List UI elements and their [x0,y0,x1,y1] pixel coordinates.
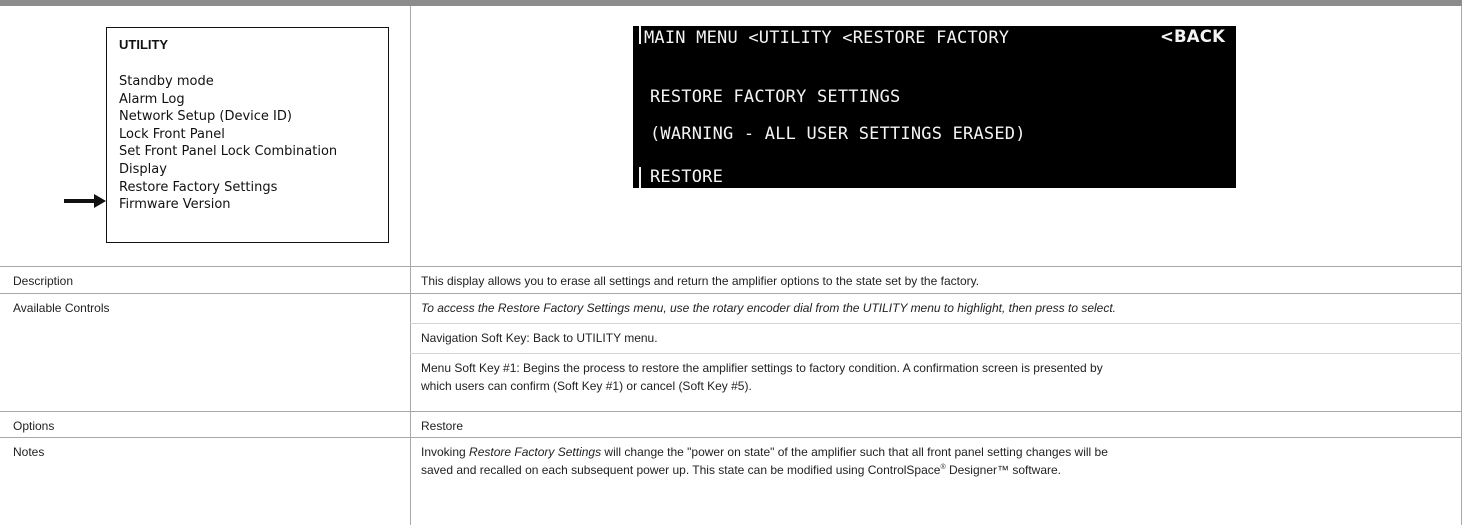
notes-label: Notes [13,445,45,459]
row-rule-controls [0,411,1462,412]
lcd-display: MAIN MENU <UTILITY <RESTORE FACTORY <BAC… [633,26,1236,188]
controls-access-italic: To access the Restore Factory Settings m… [421,301,1117,315]
controls-access-text: To access the Restore Factory Settings m… [421,300,1431,316]
menu-item-lock-front-panel: Lock Front Panel [119,126,225,142]
lcd-restore-softkey[interactable]: RESTORE [650,167,723,187]
notes-post: will change the "power on state" of the … [601,445,1108,459]
lcd-line-warning: (WARNING - ALL USER SETTINGS ERASED) [650,124,1026,144]
controls-menu-key-line-2: which users can confirm (Soft Key #1) or… [421,379,752,393]
menu-item-standby-mode: Standby mode [119,74,214,89]
notes-emphasis: Restore Factory Settings [469,445,602,459]
row-rule-top-section [0,266,1462,267]
controls-separator-1 [410,323,1462,324]
lcd-breadcrumb: MAIN MENU <UTILITY <RESTORE FACTORY [644,28,1010,48]
controls-nav-text: Navigation Soft Key: Back to UTILITY men… [421,331,658,345]
options-label: Options [13,419,55,433]
menu-item-network-setup: Network Setup (Device ID) [119,109,292,125]
selection-arrow-icon [64,194,106,208]
utility-menu-box: UTILITY Standby mode Alarm Log Network S… [106,27,389,243]
notes-line2-post: Designer™ software. [945,463,1062,477]
controls-separator-2 [410,353,1462,354]
notes-line-1: Invoking Restore Factory Settings will c… [421,444,1431,460]
menu-item-display: Display [119,161,167,177]
menu-title: UTILITY [119,37,169,52]
menu-item-alarm-log: Alarm Log [119,91,185,107]
top-rule [0,0,1462,6]
description-label: Description [13,274,74,288]
available-controls-label: Available Controls [13,301,110,315]
controls-menu-key-line-1: Menu Soft Key #1: Begins the process to … [421,361,1103,375]
menu-item-set-lock-combination: Set Front Panel Lock Combination [119,144,338,160]
menu-item-firmware-version: Firmware Version [119,197,231,213]
menu-list: Standby mode Alarm Log Network Setup (De… [119,73,337,214]
description-text: This display allows you to erase all set… [421,274,980,288]
notes-line-2: saved and recalled on each subsequent po… [421,462,1431,478]
row-rule-description [0,293,1462,294]
row-rule-options [0,437,1462,438]
lcd-line-restore-factory-settings: RESTORE FACTORY SETTINGS [650,87,901,107]
menu-item-restore-factory-settings: Restore Factory Settings [119,179,278,195]
lcd-bar-bottom [639,167,641,188]
notes-pre: Invoking [421,445,470,459]
options-value: Restore [421,419,464,433]
lcd-back-softkey[interactable]: <BACK [1160,27,1225,46]
lcd-bar-top [639,26,641,44]
notes-line2-pre: saved and recalled on each subsequent po… [421,463,941,477]
